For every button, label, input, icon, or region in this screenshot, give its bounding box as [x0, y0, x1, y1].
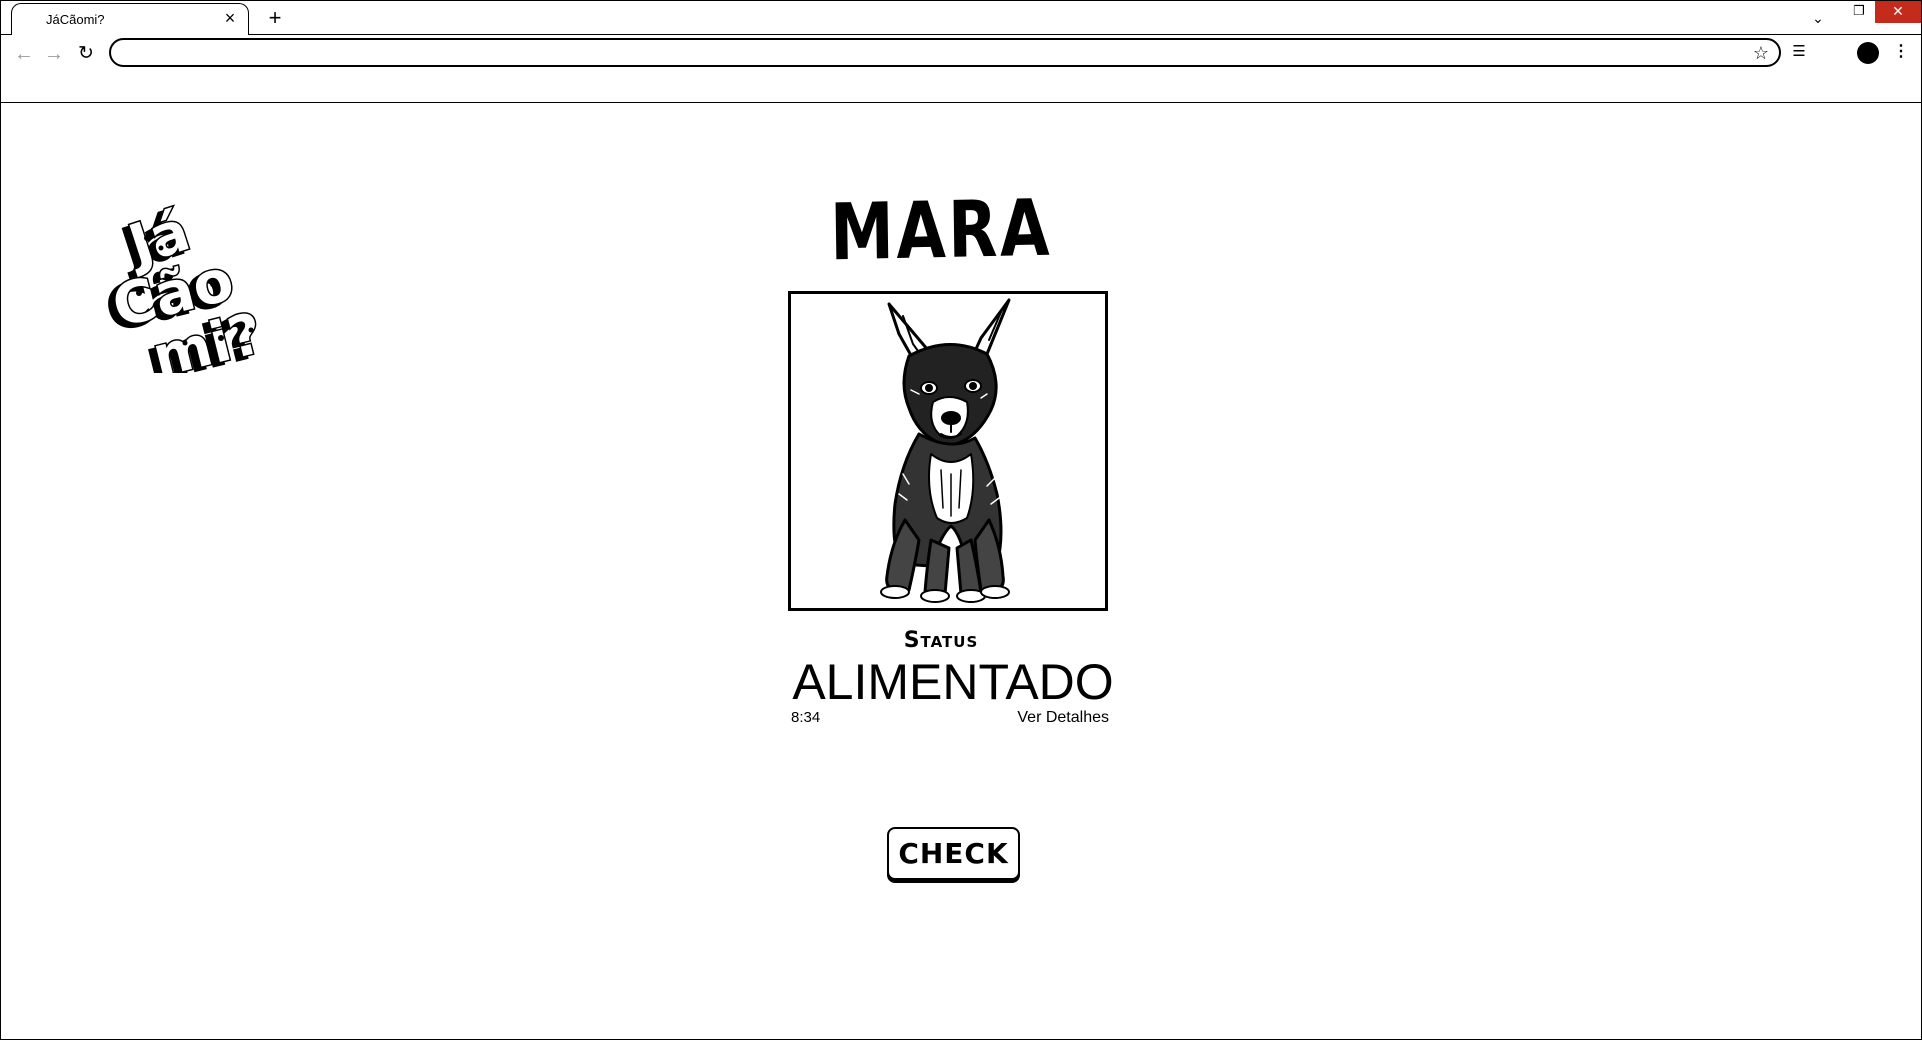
browser-toolbar: ← → ↻ ☆ ☰ ⋮: [1, 35, 1921, 103]
close-window-button[interactable]: ✕: [1875, 1, 1921, 23]
dog-illustration-icon: [880, 298, 1011, 603]
status-value: ALIMENTADO: [792, 654, 1114, 710]
bookmark-star-icon[interactable]: ☆: [1749, 41, 1773, 65]
jacaomi-logo-icon: Já Cão mi? Já Cão mi?: [101, 198, 270, 373]
address-bar[interactable]: ☆: [109, 38, 1781, 67]
status-time: 8:34: [791, 709, 821, 726]
reload-icon[interactable]: ↻: [73, 41, 99, 67]
page-content: Já Cão mi? Já Cão mi? MARA Status ALIMEN…: [1, 103, 1921, 1039]
browser-window: JáCãomi? × + ⌄ ❐ ✕ ← → ↻ ☆ ☰ ⋮ Já Cão mi…: [0, 0, 1922, 1040]
view-details-link[interactable]: Ver Detalhes: [991, 709, 1109, 727]
pet-name: MARA: [829, 183, 1053, 279]
tab-title: JáCãomi?: [46, 12, 105, 27]
status-label: Status: [903, 628, 979, 653]
address-input[interactable]: [125, 43, 1729, 65]
tab-search-icon[interactable]: ⌄: [1807, 7, 1829, 29]
browser-menu-icon[interactable]: ⋮: [1891, 40, 1911, 64]
tab-close-icon[interactable]: ×: [220, 8, 240, 28]
forward-icon[interactable]: →: [41, 41, 67, 67]
tab-strip: JáCãomi? × + ⌄ ❐ ✕: [1, 1, 1921, 36]
profile-avatar[interactable]: [1857, 42, 1879, 64]
back-icon[interactable]: ←: [11, 41, 37, 67]
new-tab-button[interactable]: +: [263, 6, 287, 30]
restore-window-icon[interactable]: ❐: [1845, 1, 1873, 23]
pet-photo-frame: [788, 291, 1108, 611]
tab-jacaomi[interactable]: JáCãomi? ×: [11, 3, 249, 36]
check-button[interactable]: CHECK: [887, 827, 1020, 880]
reading-list-icon[interactable]: ☰: [1787, 40, 1811, 64]
